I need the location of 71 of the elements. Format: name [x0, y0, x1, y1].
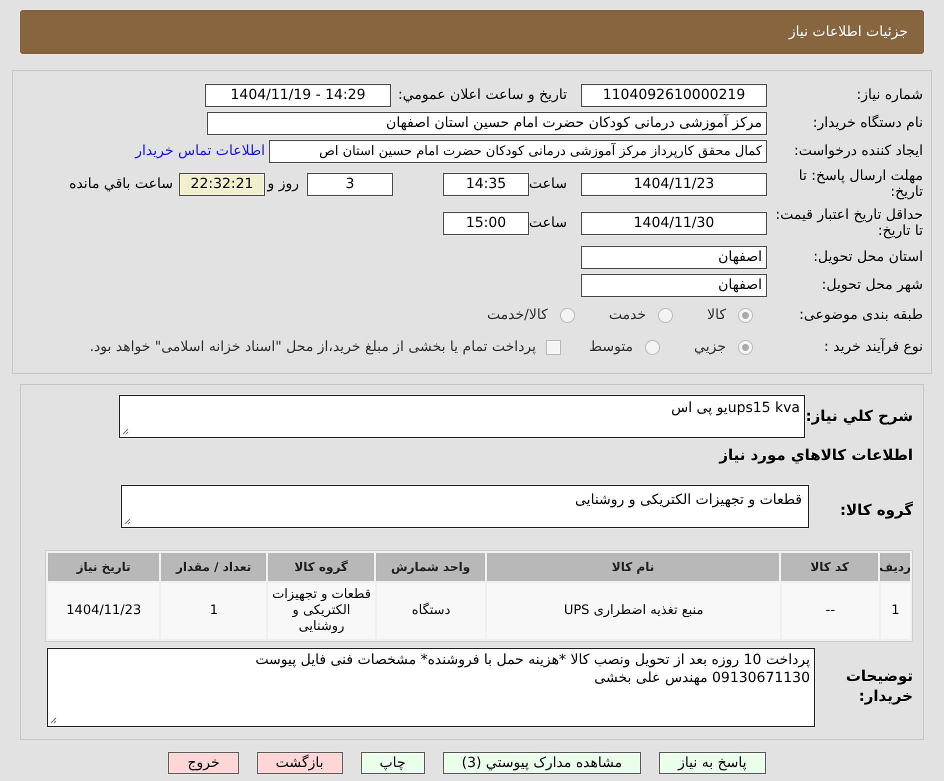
- field-label: نوع فرآیند خرید :: [823, 339, 923, 355]
- column-header: کد کالا: [781, 552, 878, 580]
- table-cell: --: [782, 582, 879, 638]
- deadline-time-field: 14:35: [443, 172, 529, 196]
- action-button[interactable]: خروج: [168, 752, 239, 774]
- field-label: نام دستگاه خریدار:: [812, 115, 923, 131]
- radio-label: جزيي: [694, 338, 726, 356]
- requester-field: کمال محقق کارپرداز مرکز آموزشی درمانی کودکان حضرت امام حسین استان اص: [269, 140, 767, 162]
- contact-link[interactable]: اطلاعات تماس خریدار: [135, 140, 265, 162]
- radio-button[interactable]: [738, 340, 753, 354]
- column-header: ردیف: [880, 552, 910, 580]
- radio-label: متوسط: [589, 338, 634, 356]
- resize-grip-icon: [124, 518, 131, 524]
- table-cell: دستگاه: [376, 582, 486, 638]
- field-label: ساعت: [529, 215, 568, 231]
- column-header: نام کالا: [486, 552, 780, 580]
- table-cell: 1: [880, 582, 910, 638]
- deadline-date-field: 1404/11/23: [581, 172, 767, 196]
- validity-time-field: 15:00: [443, 212, 529, 234]
- announce-date-field: 1404/11/19 - 14:29: [205, 84, 391, 106]
- column-header: تاریخ نیاز: [48, 552, 160, 580]
- radio-button[interactable]: [738, 308, 753, 322]
- table-cell: منبع تغذیه اضطراری UPS: [487, 582, 780, 638]
- city-field: اصفهان: [581, 274, 767, 296]
- radio-button[interactable]: [645, 340, 660, 354]
- column-header: تعداد / مقدار: [161, 552, 266, 580]
- action-button[interactable]: مشاهده مدارک پیوستي (3): [442, 752, 642, 774]
- field-label: تاريخ و ساعت اعلان عمومي:: [397, 87, 568, 103]
- checkbox-label: پرداخت تمام یا بخشی از مبلغ خرید،از محل "اسناد خزانه اسلامی" خواهد بود.: [90, 338, 536, 356]
- table-cell: 1: [161, 582, 266, 638]
- field-label: روز و: [266, 176, 300, 192]
- days-field: 3: [307, 172, 393, 196]
- table-cell: 1404/11/23: [48, 582, 160, 638]
- field-label: استان محل تحویل:: [812, 249, 923, 265]
- field-label: ساعت باقي مانده: [69, 176, 174, 192]
- remaining-time-field: 22:32:21: [179, 172, 265, 196]
- column-header: گروه کالا: [268, 552, 374, 580]
- field-label: گروه کالا:: [839, 500, 913, 521]
- page-title: جزئیات اطلاعات نیاز: [788, 22, 908, 42]
- validity-date-field: 1404/11/30: [581, 212, 767, 234]
- field-label: شهر محل تحویل:: [820, 277, 923, 293]
- checkbox[interactable]: [546, 340, 562, 354]
- radio-label: کالا/خدمت: [486, 306, 548, 324]
- section-heading: اطلاعات كالاهاي مورد نياز: [718, 445, 913, 466]
- buyer-name-field: مرکز آموزشی درمانی کودکان حضرت امام حسین استان اصفهان: [207, 112, 767, 134]
- radio-button[interactable]: [560, 308, 575, 322]
- need-number-field: 1104092610000219: [581, 84, 767, 106]
- note-line: 09130671130 مهندس علی بخشی: [593, 668, 810, 686]
- radio-label: خدمت: [608, 306, 646, 324]
- province-field: اصفهان: [581, 246, 767, 268]
- field-label: توضیحات خریدار:: [844, 666, 913, 706]
- radio-button[interactable]: [658, 308, 674, 322]
- group-textarea[interactable]: قطعات و تجهیزات الکتریکی و روشنایی: [121, 484, 809, 528]
- notes-textarea[interactable]: پرداخت 10 روزه بعد از تحویل ونصب کالا *هزینه حمل با فروشنده* مشخصات فنی فایل پیوست 09130671130 مهندس علی بخشی: [47, 648, 815, 726]
- resize-grip-icon: [122, 428, 129, 435]
- resize-grip-icon: [50, 716, 57, 724]
- field-label: ساعت: [529, 176, 568, 192]
- radio-label: کالا: [707, 306, 726, 324]
- action-button[interactable]: چاپ: [360, 752, 425, 774]
- field-label: ایجاد کننده درخواست:: [793, 143, 923, 159]
- note-line: پرداخت 10 روزه بعد از تحویل ونصب کالا *هزینه حمل با فروشنده* مشخصات فنی فایل پیوست: [254, 650, 810, 668]
- summary-textarea[interactable]: ups15 kvaیو پی اس: [119, 395, 805, 438]
- action-button[interactable]: پاسخ به نیاز: [659, 752, 766, 774]
- field-label: شرح كلي نياز:: [805, 406, 913, 427]
- field-label: شماره نیاز:: [856, 87, 923, 103]
- table-cell: قطعات و تجهیزات الکتریکی و روشنایی: [268, 582, 375, 638]
- column-header: واحد شمارش: [376, 552, 485, 580]
- field-label: طبقه بندی موضوعی:: [798, 307, 923, 323]
- action-button[interactable]: بازگشت: [256, 752, 342, 774]
- field-label: مهلت ارسال پاسخ: تا تاریخ:: [798, 168, 923, 200]
- field-label: حداقل تاریخ اعتبار قیمت: تا تاریخ:: [774, 207, 923, 239]
